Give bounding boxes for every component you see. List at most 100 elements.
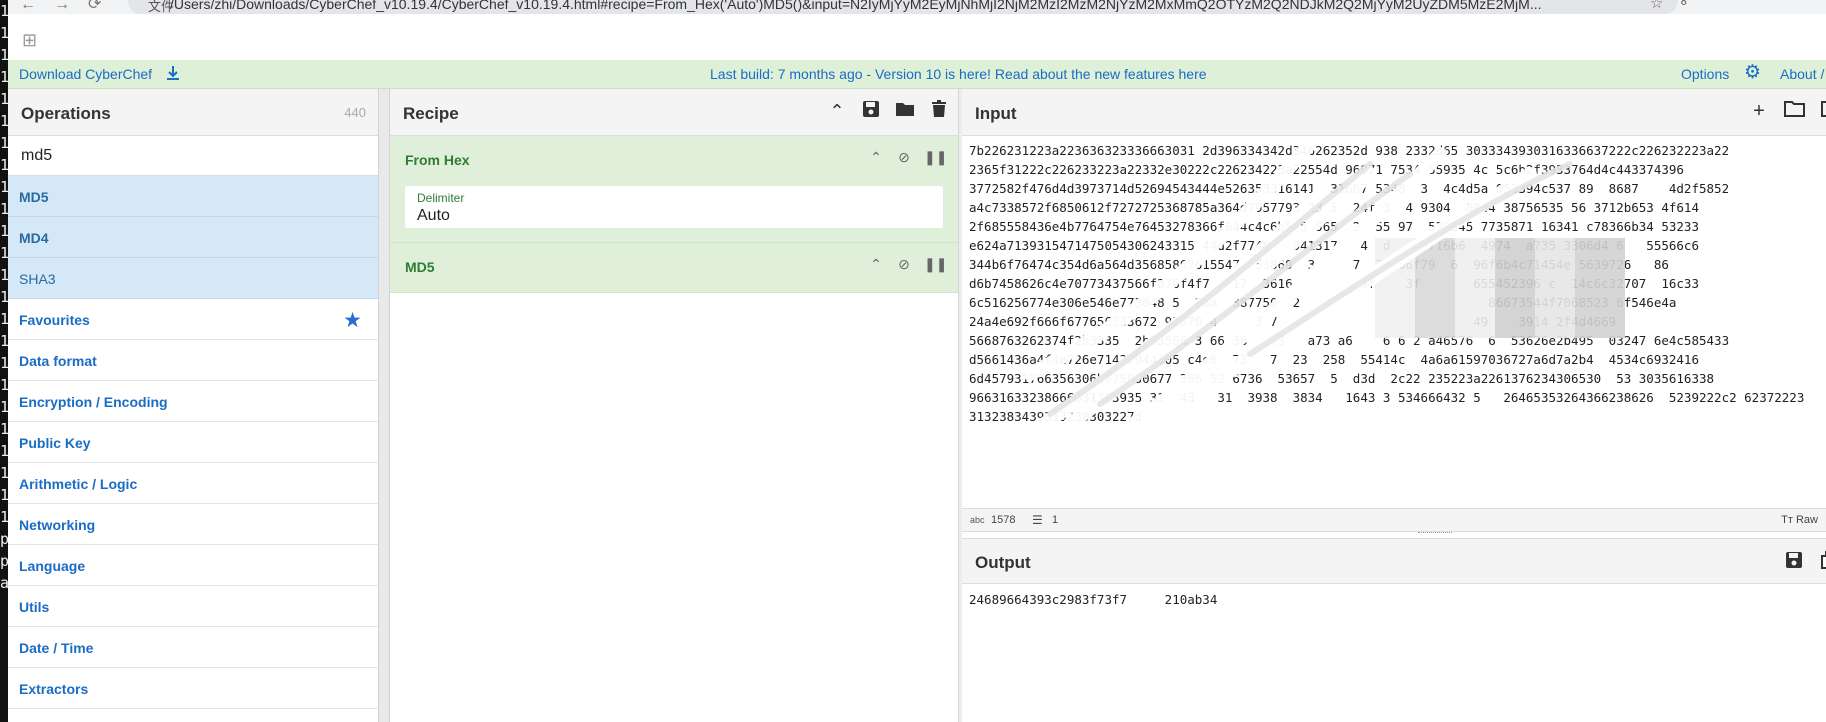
category-label: Favourites (19, 312, 90, 328)
terminal-char: 1 (0, 420, 8, 438)
about-link[interactable]: About / S (1780, 66, 1826, 82)
terminal-char: 1 (0, 200, 8, 218)
input-length: 1578 (991, 514, 1016, 526)
category-label: Utils (19, 599, 50, 615)
category-language[interactable]: Language (8, 545, 378, 586)
step-name: MD5 (405, 259, 435, 275)
bookmark-star-icon[interactable]: ☆⚬ (1650, 0, 1704, 12)
op-result-label: SHA3 (19, 271, 56, 287)
cyberchef-window: ←→⟳ 文件 /Users/zhi/Downloads/CyberChef_v1… (0, 0, 1826, 722)
step-collapse-icon[interactable]: ⌃ (868, 256, 884, 273)
terminal-char: 1 (0, 46, 8, 64)
format-label: Raw (1795, 514, 1818, 526)
category-utils[interactable]: Utils (8, 586, 378, 627)
download-cyberchef-link[interactable]: Download CyberChef (19, 66, 152, 82)
output-panel: Output 24689664393c2983f73f7 210ab34 (962, 533, 1826, 722)
terminal-char: 1 (0, 266, 8, 284)
operations-count: 440 (344, 105, 366, 120)
info-banner: Download CyberChef Last build: 7 months … (8, 60, 1826, 89)
op-result-label: MD5 (19, 189, 49, 205)
category-label: Date / Time (19, 640, 94, 656)
step-breakpoint-icon[interactable]: ❚❚ (924, 256, 947, 273)
terminal-char: a (0, 574, 8, 592)
output-title: Output (975, 553, 1031, 572)
recipe-title: Recipe (403, 104, 459, 123)
input-line: 6d457931766356306b775050677 386 52 6736 … (969, 371, 1715, 386)
op-result-md4[interactable]: MD4 (8, 217, 378, 258)
recipe-panel: Recipe ⌃ From Hex ⌃ ⊘ ❚❚ Delimiter Auto … (390, 89, 958, 722)
folder-icon[interactable] (894, 100, 916, 122)
op-result-sha3[interactable]: SHA3 (8, 258, 378, 299)
step-disable-icon[interactable]: ⊘ (896, 149, 912, 166)
step-disable-icon[interactable]: ⊘ (896, 256, 912, 273)
category-public-key[interactable]: Public Key (8, 422, 378, 463)
category-label: Encryption / Encoding (19, 394, 168, 410)
terminal-char: p (0, 530, 8, 548)
recipe-step-md5[interactable]: MD5 ⌃ ⊘ ❚❚ (390, 243, 958, 293)
gear-icon[interactable]: ⚙ (1744, 63, 1761, 83)
panel-resize-handle[interactable] (378, 89, 390, 722)
category-favourites[interactable]: Favourites ★ (8, 299, 378, 340)
trash-icon[interactable] (928, 100, 950, 122)
terminal-char: 1 (0, 310, 8, 328)
terminal-char: 1 (0, 24, 8, 42)
output-header: Output (962, 538, 1826, 584)
input-line: d5661436a4f4e726e71437944305 c4e6 73 7 2… (969, 352, 1699, 367)
options-link[interactable]: Options (1681, 66, 1729, 82)
category-label: Extractors (19, 681, 89, 697)
output-text[interactable]: 24689664393c2983f73f7 210ab34 (969, 592, 1217, 607)
category-encryption-encoding[interactable]: Encryption / Encoding (8, 381, 378, 422)
terminal-char: 1 (0, 134, 8, 152)
browser-nav-icons[interactable]: ←→⟳ (20, 0, 119, 14)
save-icon[interactable] (860, 100, 882, 122)
terminal-char: 1 (0, 376, 8, 394)
input-line: 3132383439313230303227d (969, 409, 1143, 424)
operations-search-input[interactable] (8, 136, 378, 176)
op-result-md5[interactable]: MD5 (8, 176, 378, 217)
terminal-char: 1 (0, 332, 8, 350)
open-file-icon[interactable] (1784, 100, 1806, 122)
category-data-format[interactable]: Data format (8, 340, 378, 381)
apps-grid-icon[interactable]: ⊞ (22, 30, 37, 51)
input-line: 3772582f476d4d3973714d52694543444e526353… (969, 181, 1730, 196)
length-icon: abc (970, 515, 985, 525)
category-date-time[interactable]: Date / Time (8, 627, 378, 668)
copy-output-icon[interactable] (1819, 551, 1826, 573)
terminal-char: 1 (0, 464, 8, 482)
download-icon[interactable] (164, 64, 182, 82)
delimiter-field[interactable]: Delimiter Auto (405, 186, 943, 228)
operations-title: Operations (21, 104, 111, 123)
category-label: Language (19, 558, 86, 574)
delimiter-value[interactable]: Auto (417, 207, 450, 225)
terminal-char: 1 (0, 354, 8, 372)
op-result-label: MD4 (19, 230, 49, 246)
terminal-char: 1 (0, 486, 8, 504)
step-collapse-icon[interactable]: ⌃ (868, 149, 884, 166)
add-tab-icon[interactable]: + (1748, 100, 1770, 122)
step-breakpoint-icon[interactable]: ❚❚ (924, 149, 947, 166)
recipe-step-from-hex[interactable]: From Hex ⌃ ⊘ ❚❚ Delimiter Auto (390, 136, 958, 243)
delimiter-label: Delimiter (417, 191, 465, 205)
format-selector[interactable]: Tт Raw (1781, 514, 1818, 526)
category-label: Data format (19, 353, 97, 369)
terminal-char: 1 (0, 288, 8, 306)
redaction-pixelated-area (1375, 238, 1625, 338)
collapse-icon[interactable]: ⌃ (826, 100, 848, 122)
input-title: Input (975, 104, 1017, 123)
build-message[interactable]: Last build: 7 months ago - Version 10 is… (710, 66, 1207, 82)
recipe-header: Recipe ⌃ (390, 89, 958, 136)
open-folder-icon[interactable] (1820, 100, 1826, 122)
star-icon: ★ (343, 309, 362, 332)
terminal-char: 1 (0, 68, 8, 86)
browser-toolbar: ←→⟳ 文件 /Users/zhi/Downloads/CyberChef_v1… (0, 0, 1826, 14)
category-networking[interactable]: Networking (8, 504, 378, 545)
terminal-char: 1 (0, 156, 8, 174)
url-text[interactable]: /Users/zhi/Downloads/CyberChef_v10.19.4/… (170, 0, 1542, 12)
terminal-strip: 111111111111111111111111ppa (0, 0, 8, 722)
lines-icon: ☰ (1032, 513, 1043, 527)
category-extractors[interactable]: Extractors (8, 668, 378, 709)
terminal-char: 1 (0, 112, 8, 130)
bookmarks-bar: ⊞ (0, 14, 1826, 60)
save-output-icon[interactable] (1783, 551, 1805, 573)
category-arithmetic-logic[interactable]: Arithmetic / Logic (8, 463, 378, 504)
